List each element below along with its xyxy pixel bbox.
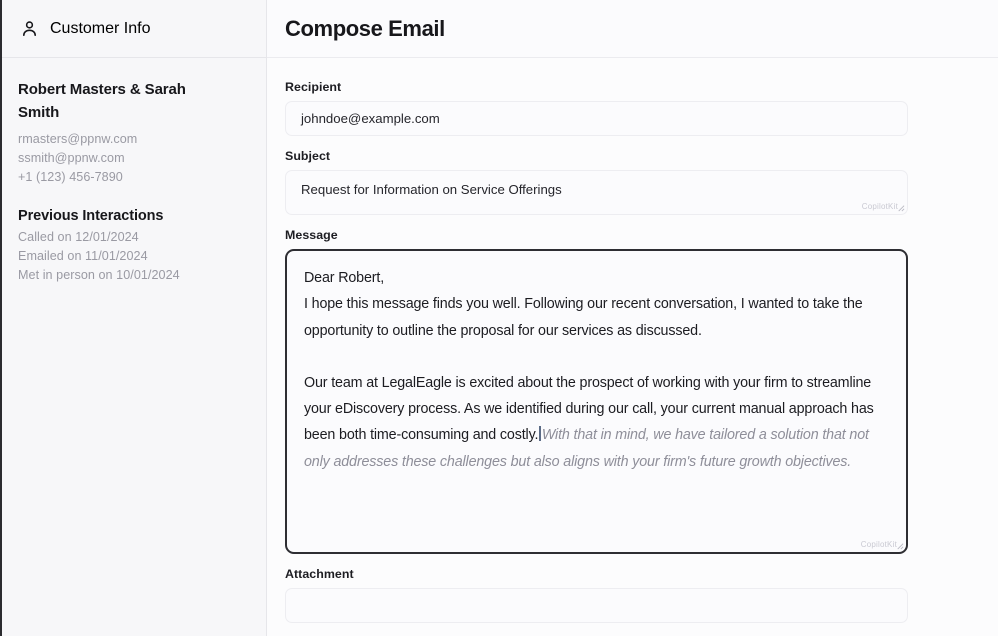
customer-phone: +1 (123) 456-7890 <box>18 169 123 184</box>
subject-label: Subject <box>285 149 331 163</box>
recipient-field-group: Recipient johndoe@example.com <box>285 80 980 136</box>
message-content: Dear Robert, I hope this message finds y… <box>304 265 889 475</box>
message-paragraph-1: I hope this message finds you well. Foll… <box>304 296 863 339</box>
message-greeting: Dear Robert, <box>304 270 385 286</box>
attachment-field-group: Attachment <box>285 567 980 623</box>
page-title: Compose Email <box>285 15 445 41</box>
copilotkit-watermark: CopilotKit <box>860 540 897 549</box>
copilotkit-watermark: CopilotKit <box>861 202 898 211</box>
message-field-group: Message Dear Robert, I hope this message… <box>285 228 980 554</box>
customer-contact-list: rmasters@ppnw.com ssmith@ppnw.com +1 (12… <box>18 130 250 187</box>
compose-email-panel: Compose Email Recipient johndoe@example.… <box>267 0 998 636</box>
attachment-input[interactable] <box>285 588 908 623</box>
message-paragraph-2: Our team at LegalEagle is excited about … <box>304 370 889 475</box>
interaction-item: Called on 12/01/2024 <box>18 229 139 244</box>
subject-input[interactable]: Request for Information on Service Offer… <box>285 170 908 215</box>
sidebar-body: Robert Masters & Sarah Smith rmasters@pp… <box>2 58 266 636</box>
person-icon <box>23 21 36 37</box>
message-label: Message <box>285 228 338 242</box>
subject-field-group: Subject Request for Information on Servi… <box>285 149 980 215</box>
recipient-label: Recipient <box>285 80 342 94</box>
interaction-item: Met in person on 10/01/2024 <box>18 268 180 283</box>
customer-info-sidebar: Customer Info Robert Masters & Sarah Smi… <box>2 0 267 636</box>
resize-handle-icon[interactable] <box>895 541 904 550</box>
previous-interactions-list: Called on 12/01/2024 Emailed on 11/01/20… <box>18 228 250 285</box>
recipient-value: johndoe@example.com <box>301 111 440 126</box>
interaction-item: Emailed on 11/01/2024 <box>18 249 148 264</box>
attachment-label: Attachment <box>285 567 354 581</box>
email-composer-app: Customer Info Robert Masters & Sarah Smi… <box>0 0 998 636</box>
previous-interactions-title: Previous Interactions <box>18 207 164 224</box>
resize-handle-icon[interactable] <box>896 203 905 212</box>
subject-value: Request for Information on Service Offer… <box>301 182 562 197</box>
customer-email-primary: rmasters@ppnw.com <box>18 131 138 146</box>
sidebar-header-title: Customer Info <box>50 19 151 37</box>
customer-name: Robert Masters & Sarah Smith <box>18 81 186 122</box>
text-cursor <box>539 426 541 442</box>
sidebar-header: Customer Info <box>2 0 266 58</box>
recipient-input[interactable]: johndoe@example.com <box>285 101 908 136</box>
customer-email-secondary: ssmith@ppnw.com <box>18 150 125 165</box>
compose-header: Compose Email <box>267 0 998 58</box>
message-textarea[interactable]: Dear Robert, I hope this message finds y… <box>285 249 908 554</box>
compose-form: Recipient johndoe@example.com Subject Re… <box>267 58 998 636</box>
